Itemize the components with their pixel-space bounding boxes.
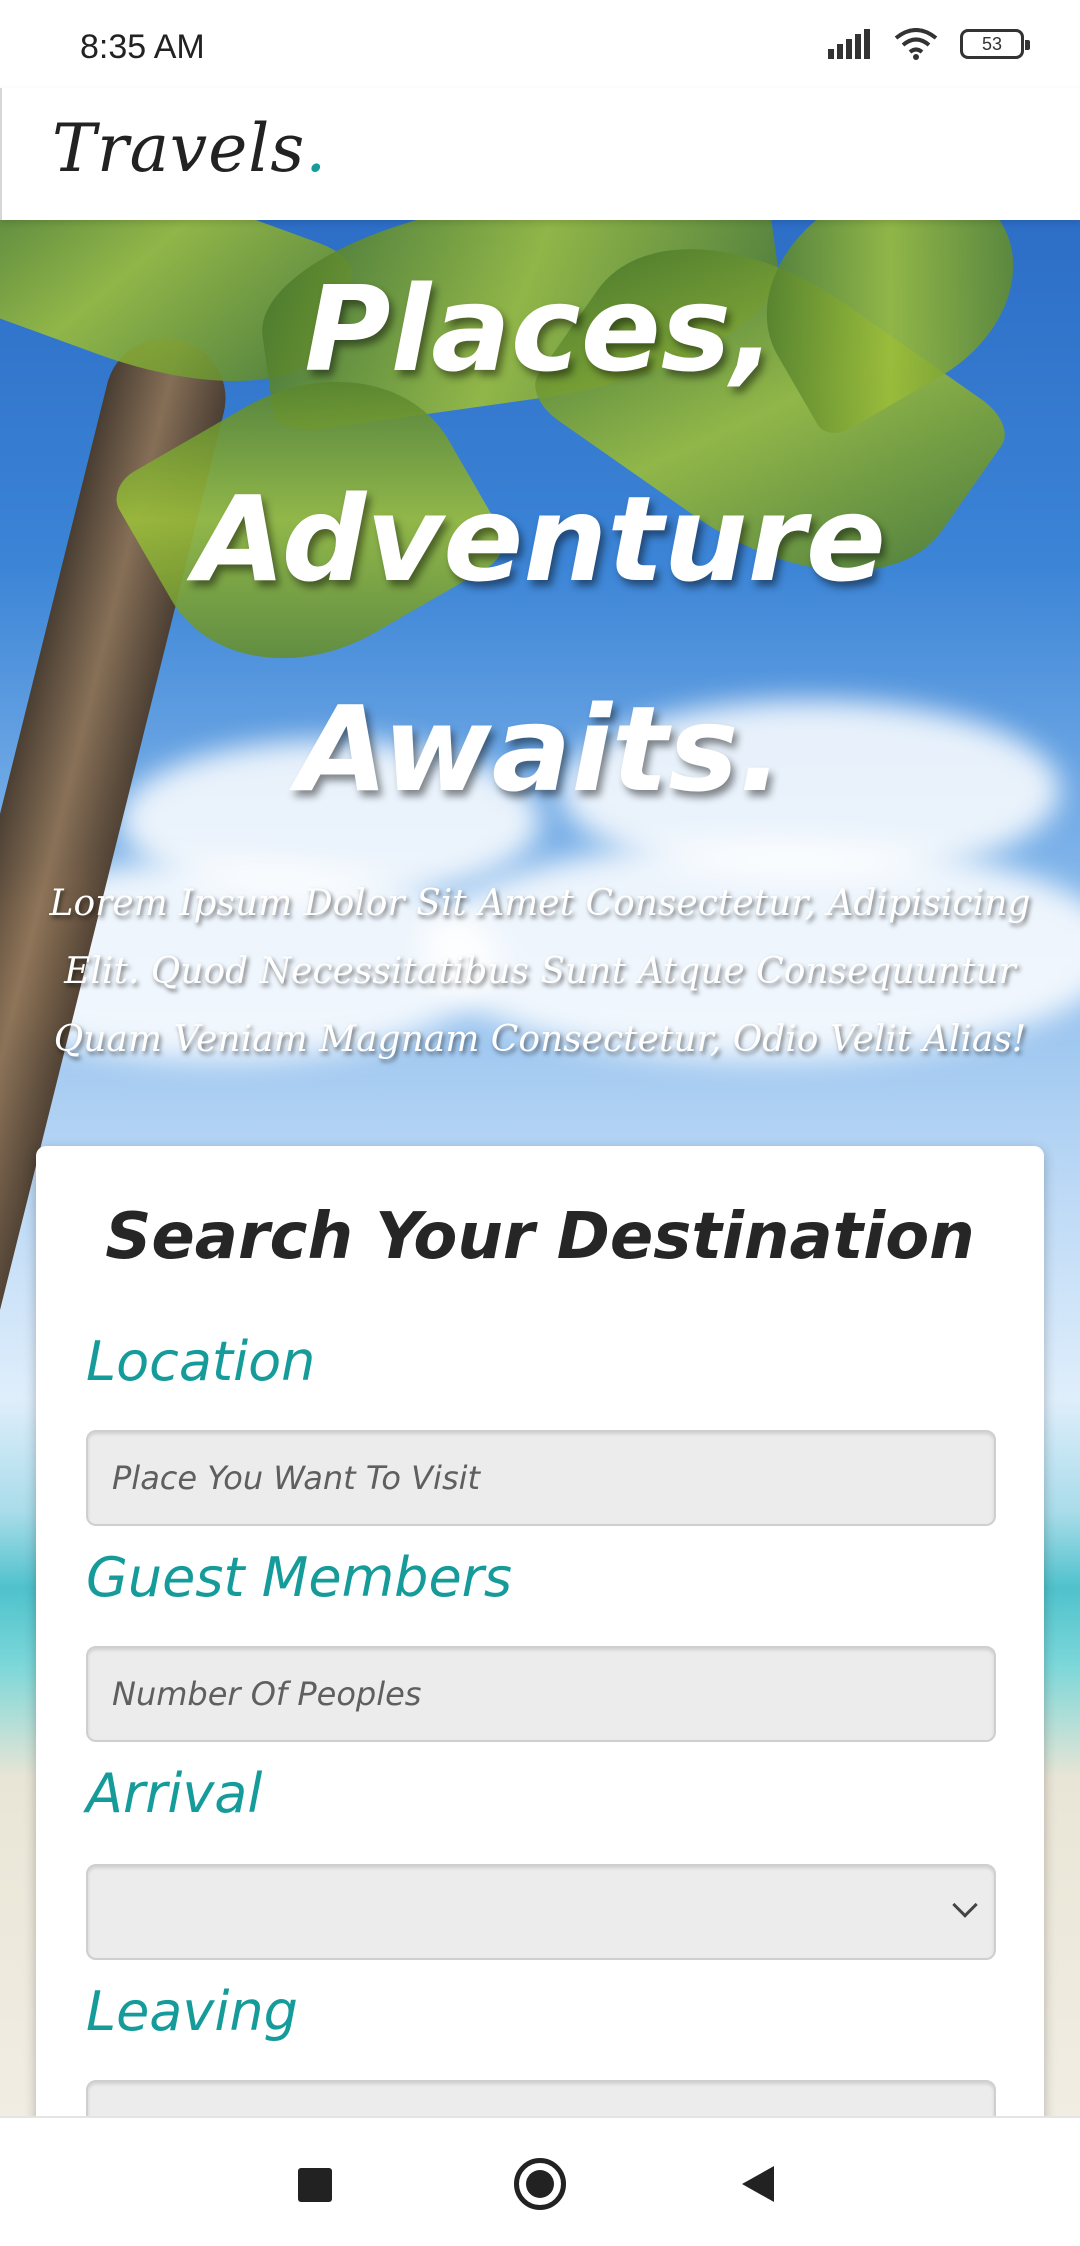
location-input[interactable]	[86, 1430, 996, 1526]
arrival-label: Arrival	[86, 1762, 263, 1825]
guest-members-label: Guest Members	[86, 1546, 513, 1609]
guest-members-input[interactable]	[86, 1646, 996, 1742]
status-time: 8:35 AM	[80, 28, 205, 66]
location-label: Location	[86, 1330, 316, 1393]
hero-description: Lorem Ipsum Dolor Sit Amet Consectetur, …	[49, 883, 1031, 1060]
logo-text: Travels	[52, 110, 306, 187]
status-bar: 8:35 AM 53	[0, 0, 1080, 92]
battery-icon: 53	[960, 29, 1030, 59]
search-title: Search Your Destination	[105, 1200, 975, 1274]
arrival-select[interactable]	[86, 1864, 996, 1960]
hero-title-line-1: Places,	[304, 260, 776, 398]
app-header: Travels.	[0, 88, 1080, 220]
home-button[interactable]	[514, 2158, 566, 2210]
battery-level: 53	[981, 33, 1003, 54]
leaving-label: Leaving	[86, 1980, 298, 2043]
system-nav-bar	[0, 2116, 1080, 2246]
hero-title-line-3: Awaits.	[296, 680, 784, 818]
wifi-icon	[894, 28, 938, 60]
logo-dot: .	[305, 110, 328, 187]
back-button[interactable]	[742, 2166, 774, 2202]
recent-apps-button[interactable]	[298, 2168, 332, 2202]
logo[interactable]: Travels.	[52, 110, 327, 187]
signal-icon	[828, 29, 870, 59]
chevron-down-icon	[952, 1892, 978, 1918]
hero-title-line-2: Adventure	[194, 470, 886, 608]
status-icons: 53	[828, 28, 1030, 60]
search-form-card: Search Your Destination Location Guest M…	[36, 1146, 1044, 2176]
